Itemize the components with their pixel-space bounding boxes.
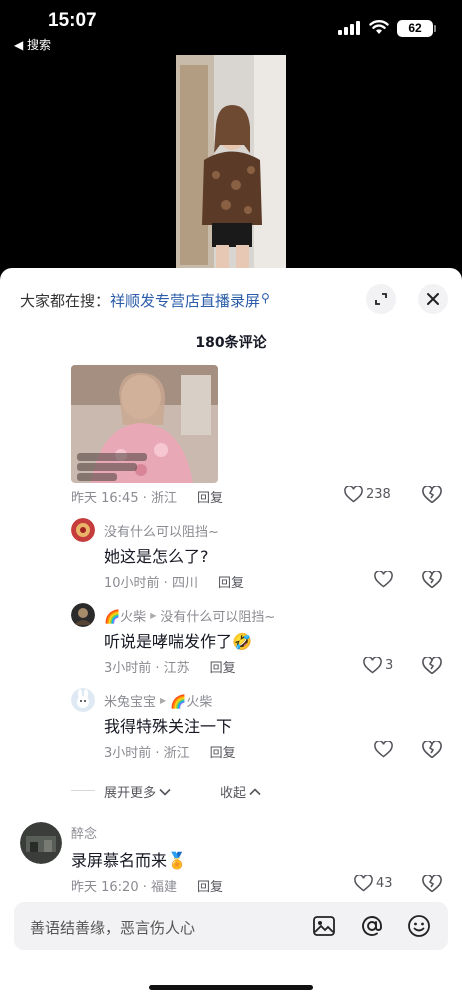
broken-heart-icon[interactable] [422, 486, 442, 504]
comment-sheet: 大家都在搜： 祥顺发专营店直播录屏 ⚲ 180条评论 昨天 16:45 · 浙江… [0, 268, 462, 1000]
reply-time-location: 3小时前 · 浙江 [104, 746, 190, 761]
username[interactable]: 醉念 [71, 823, 97, 842]
status-time: 15:07 [48, 10, 97, 31]
reply-to-username[interactable]: 没有什么可以阻挡~ [160, 606, 275, 625]
username[interactable]: 没有什么可以阻挡~ [104, 521, 219, 540]
comment-image[interactable] [71, 365, 218, 483]
chevron-up-icon [249, 787, 261, 795]
comment-count: 180条评论 [195, 335, 267, 351]
broken-heart-icon[interactable] [422, 571, 442, 589]
heart-icon [374, 571, 393, 588]
reply-time-location: 3小时前 · 江苏 [104, 661, 190, 676]
comment-username[interactable]: 醉念 [71, 823, 97, 842]
reply-button[interactable]: 回复 [210, 742, 236, 761]
collapse-button[interactable]: 收起 [220, 782, 261, 801]
username[interactable]: 🌈火柴 [104, 606, 146, 625]
emoji-icon[interactable] [407, 914, 431, 938]
comment-text: 录屏慕名而来🏅 [71, 851, 187, 870]
reply-time-location: 10小时前 · 四川 [104, 576, 198, 591]
like-button[interactable] [374, 571, 393, 588]
reply-meta: 3小时前 · 江苏 回复 [104, 657, 236, 676]
reply-meta: 10小时前 · 四川 回复 [104, 572, 244, 591]
comment-time-location: 昨天 16:20 · 福建 [71, 880, 177, 895]
comment-time-location: 昨天 16:45 · 浙江 [71, 491, 177, 506]
avatar[interactable] [71, 518, 95, 542]
reply-text: 我得特殊关注一下 [104, 717, 233, 736]
chevron-down-icon [159, 788, 171, 796]
like-count: 43 [376, 876, 393, 891]
expand-button[interactable] [366, 284, 396, 314]
close-button[interactable] [418, 284, 448, 314]
video-frame[interactable] [176, 55, 286, 273]
reply-button[interactable]: 回复 [218, 572, 244, 591]
search-keyword-link[interactable]: 祥顺发专营店直播录屏 [110, 290, 260, 311]
reply-button[interactable]: 回复 [210, 657, 236, 676]
close-icon [427, 293, 439, 305]
comment-meta: 昨天 16:45 · 浙江 回复 [71, 487, 223, 506]
like-button[interactable]: 238 [344, 486, 391, 503]
broken-heart-icon[interactable] [422, 741, 442, 759]
collapse-label: 收起 [220, 786, 247, 801]
reply-to-username[interactable]: 🌈火柴 [170, 691, 212, 710]
reply-username[interactable]: 米兔宝宝 ▶ 🌈火柴 [104, 691, 212, 710]
reply-button[interactable]: 回复 [197, 487, 223, 506]
reply-username[interactable]: 🌈火柴 ▶ 没有什么可以阻挡~ [104, 606, 275, 625]
search-suggestion[interactable]: 大家都在搜： 祥顺发专营店直播录屏 ⚲ [20, 290, 270, 311]
expand-more-button[interactable]: 展开更多 [104, 782, 171, 801]
like-button[interactable]: 43 [354, 875, 393, 892]
heart-icon [344, 486, 363, 503]
wifi-icon [369, 20, 389, 34]
avatar[interactable] [71, 603, 95, 627]
avatar[interactable] [71, 688, 95, 712]
divider [71, 790, 95, 791]
reply-text: 听说是哮喘发作了🤣 [104, 632, 252, 651]
expand-icon [375, 293, 387, 305]
back-to-search-link[interactable]: ◀ 搜索 [14, 36, 51, 53]
heart-icon [354, 875, 373, 892]
battery-nub [434, 25, 436, 32]
home-indicator[interactable] [149, 985, 313, 990]
search-icon: ⚲ [261, 290, 270, 305]
username[interactable]: 米兔宝宝 [104, 691, 156, 710]
reply-arrow-icon: ▶ [150, 611, 157, 620]
battery-level: 62 [397, 20, 433, 37]
like-count: 3 [385, 658, 394, 673]
like-button[interactable] [374, 741, 393, 758]
broken-heart-icon[interactable] [422, 657, 442, 675]
reply-meta: 3小时前 · 浙江 回复 [104, 742, 236, 761]
reply-username[interactable]: 没有什么可以阻挡~ [104, 521, 219, 540]
signal-icon [338, 21, 361, 35]
heart-icon [374, 741, 393, 758]
at-icon[interactable] [360, 914, 384, 938]
reply-arrow-icon: ▶ [160, 696, 167, 705]
like-button[interactable]: 3 [363, 657, 393, 674]
avatar[interactable] [20, 822, 62, 864]
image-icon[interactable] [312, 914, 336, 938]
comment-input[interactable]: 善语结善缘，恶言伤人心 [30, 917, 195, 938]
comment-meta: 昨天 16:20 · 福建 回复 [71, 876, 223, 895]
expand-more-label: 展开更多 [104, 786, 157, 801]
status-bar: 15:07 ◀ 搜索 62 [0, 0, 462, 60]
broken-heart-icon[interactable] [422, 875, 442, 893]
like-count: 238 [366, 487, 391, 502]
search-prefix: 大家都在搜： [20, 292, 111, 310]
comment-input-bar[interactable]: 善语结善缘，恶言伤人心 [14, 902, 448, 950]
reply-text: 她这是怎么了? [104, 547, 209, 566]
reply-button[interactable]: 回复 [197, 876, 223, 895]
heart-icon [363, 657, 382, 674]
